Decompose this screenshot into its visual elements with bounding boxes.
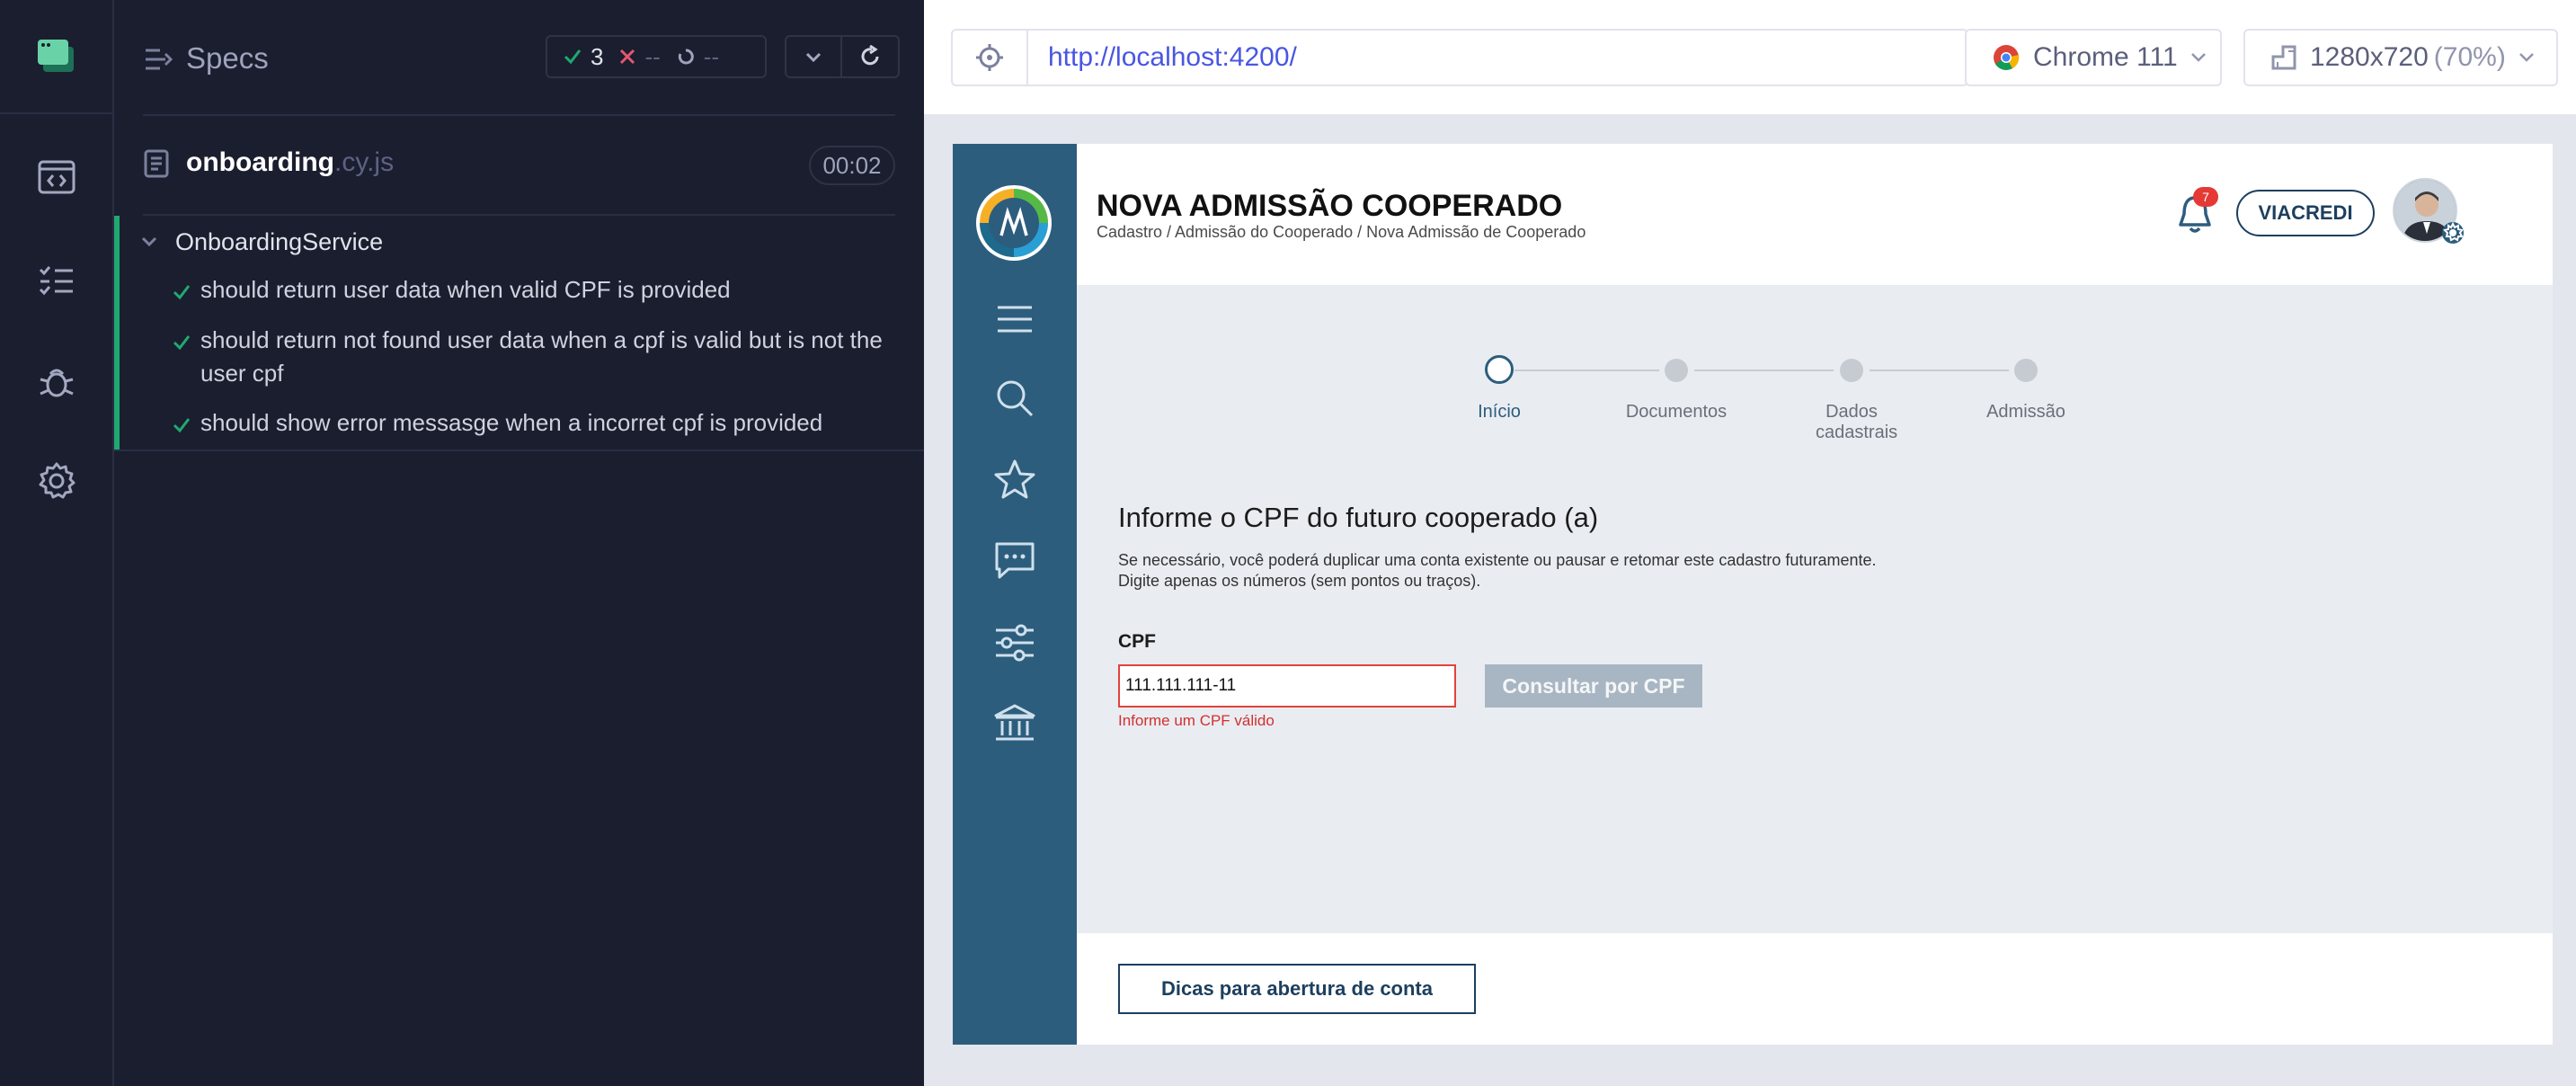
test-item[interactable]: should return user data when valid CPF i… bbox=[200, 273, 884, 307]
chat-icon[interactable] bbox=[992, 538, 1037, 583]
test-stats: 3 -- -- bbox=[546, 35, 767, 78]
url-bar[interactable]: http://localhost:4200/ bbox=[1026, 29, 1968, 86]
pending-spinner-icon bbox=[678, 49, 694, 65]
step-indicator-inicio bbox=[1485, 355, 1514, 384]
x-icon bbox=[620, 49, 635, 65]
bug-icon bbox=[40, 369, 74, 397]
spec-file-ext: .cy.js bbox=[333, 147, 395, 177]
test-list-icon bbox=[39, 266, 73, 296]
settings-nav-button[interactable] bbox=[32, 457, 81, 505]
check-icon bbox=[173, 418, 191, 433]
viewport-size: 1280x720 bbox=[2310, 42, 2429, 72]
header-divider bbox=[143, 114, 895, 116]
pending-stat: -- bbox=[677, 43, 719, 71]
cooperative-button[interactable]: VIACREDI bbox=[2236, 190, 2375, 236]
check-icon bbox=[173, 335, 191, 351]
chevron-down-icon bbox=[805, 52, 822, 63]
check-icon bbox=[564, 49, 582, 65]
ruler-icon bbox=[2271, 45, 2296, 70]
debug-nav-button[interactable] bbox=[32, 357, 81, 405]
cypress-logo[interactable] bbox=[0, 0, 114, 114]
specs-nav-button[interactable] bbox=[32, 257, 81, 306]
browser-selector[interactable]: Chrome 111 bbox=[1965, 29, 2222, 86]
consult-cpf-button[interactable]: Consultar por CPF bbox=[1485, 664, 1702, 708]
pending-count: -- bbox=[703, 42, 720, 70]
cypress-app-icon bbox=[38, 40, 74, 72]
runs-nav-button[interactable] bbox=[32, 153, 81, 201]
aut-toolbar: http://localhost:4200/ Chrome 111 1280x7… bbox=[924, 0, 2576, 114]
form-help-line: Se necessário, você poderá duplicar uma … bbox=[1118, 551, 1877, 569]
account-tips-button[interactable]: Dicas para abertura de conta bbox=[1118, 964, 1476, 1014]
browser-code-icon bbox=[38, 160, 76, 194]
step-indicator-documentos bbox=[1665, 359, 1688, 382]
step-indicator-admissao bbox=[2014, 359, 2038, 382]
stepper-connector bbox=[1694, 369, 1834, 371]
passed-count: 3 bbox=[591, 42, 604, 70]
cpf-error-message: Informe um CPF válido bbox=[1118, 712, 1275, 729]
chevron-down-icon bbox=[2518, 53, 2534, 62]
step-label-dados: Dados cadastrais bbox=[1816, 402, 1898, 442]
collapse-all-button[interactable] bbox=[785, 35, 842, 78]
refresh-icon bbox=[861, 45, 879, 66]
suite-block: OnboardingService should return user dat… bbox=[114, 216, 924, 451]
stepper-connector bbox=[1515, 369, 1659, 371]
bank-icon[interactable] bbox=[992, 701, 1037, 746]
failed-count: -- bbox=[644, 42, 661, 70]
form-help-line: Digite apenas os números (sem pontos ou … bbox=[1118, 572, 1481, 590]
breadcrumb: Cadastro / Admissão do Cooperado / Nova … bbox=[1097, 223, 1586, 241]
viewport-zoom: (70%) bbox=[2433, 42, 2506, 72]
app-header: NOVA ADMISSÃO COOPERADO Cadastro / Admis… bbox=[1077, 144, 2553, 285]
app-logo[interactable] bbox=[976, 185, 1052, 261]
crosshair-icon bbox=[976, 44, 1003, 71]
chevron-down-icon bbox=[141, 236, 157, 247]
specs-title[interactable]: Specs bbox=[186, 41, 269, 76]
step-indicator-dados bbox=[1840, 359, 1863, 382]
test-item[interactable]: should show error messasge when a incorr… bbox=[200, 406, 884, 440]
chevron-down-icon bbox=[2190, 53, 2206, 62]
suite-title[interactable]: OnboardingService bbox=[175, 228, 383, 256]
gear-icon[interactable] bbox=[2439, 219, 2466, 246]
app-sidebar bbox=[953, 144, 1077, 1045]
step-label-inicio: Início bbox=[1478, 402, 1521, 422]
cypress-nav-rail bbox=[0, 0, 114, 1086]
app-viewport: NOVA ADMISSÃO COOPERADO Cadastro / Admis… bbox=[953, 144, 2553, 1045]
form-help: Se necessário, você poderá duplicar uma … bbox=[1118, 550, 1876, 592]
selector-playground-button[interactable] bbox=[951, 29, 1026, 86]
brand-logo-icon bbox=[980, 189, 1048, 257]
spec-file-name[interactable]: onboarding.cy.js bbox=[186, 147, 394, 178]
passed-stat: 3 bbox=[564, 43, 603, 71]
sliders-icon[interactable] bbox=[992, 620, 1037, 665]
step-label-admissao: Admissão bbox=[1986, 402, 2065, 422]
notification-badge: 7 bbox=[2193, 187, 2218, 207]
suite-divider bbox=[114, 450, 924, 451]
test-item[interactable]: should return not found user data when a… bbox=[200, 324, 884, 390]
star-icon[interactable] bbox=[992, 457, 1037, 502]
spec-file-basename: onboarding bbox=[186, 147, 334, 177]
document-icon bbox=[144, 149, 169, 178]
stepper-connector bbox=[1870, 369, 2009, 371]
page-title: NOVA ADMISSÃO COOPERADO bbox=[1097, 189, 1563, 223]
specs-list-icon bbox=[146, 49, 173, 70]
cpf-label: CPF bbox=[1118, 631, 1156, 652]
gear-icon bbox=[39, 462, 76, 499]
rerun-button[interactable] bbox=[842, 35, 900, 78]
check-icon bbox=[173, 285, 191, 300]
failed-stat: -- bbox=[619, 42, 661, 71]
step-label-documentos: Documentos bbox=[1625, 402, 1728, 422]
browser-label: Chrome 111 bbox=[2033, 42, 2178, 72]
menu-icon[interactable] bbox=[992, 297, 1037, 342]
search-icon[interactable] bbox=[992, 376, 1037, 421]
form-title: Informe o CPF do futuro cooperado (a) bbox=[1118, 502, 1599, 533]
viewport-info[interactable]: 1280x720 (70%) bbox=[2243, 29, 2558, 86]
specs-panel: Specs 3 -- -- onboarding.cy.js 00:02 bbox=[114, 0, 924, 1086]
cpf-input[interactable]: 111.111.111-11 bbox=[1118, 664, 1456, 708]
chrome-icon bbox=[1994, 45, 2020, 70]
spec-duration: 00:02 bbox=[809, 146, 895, 185]
